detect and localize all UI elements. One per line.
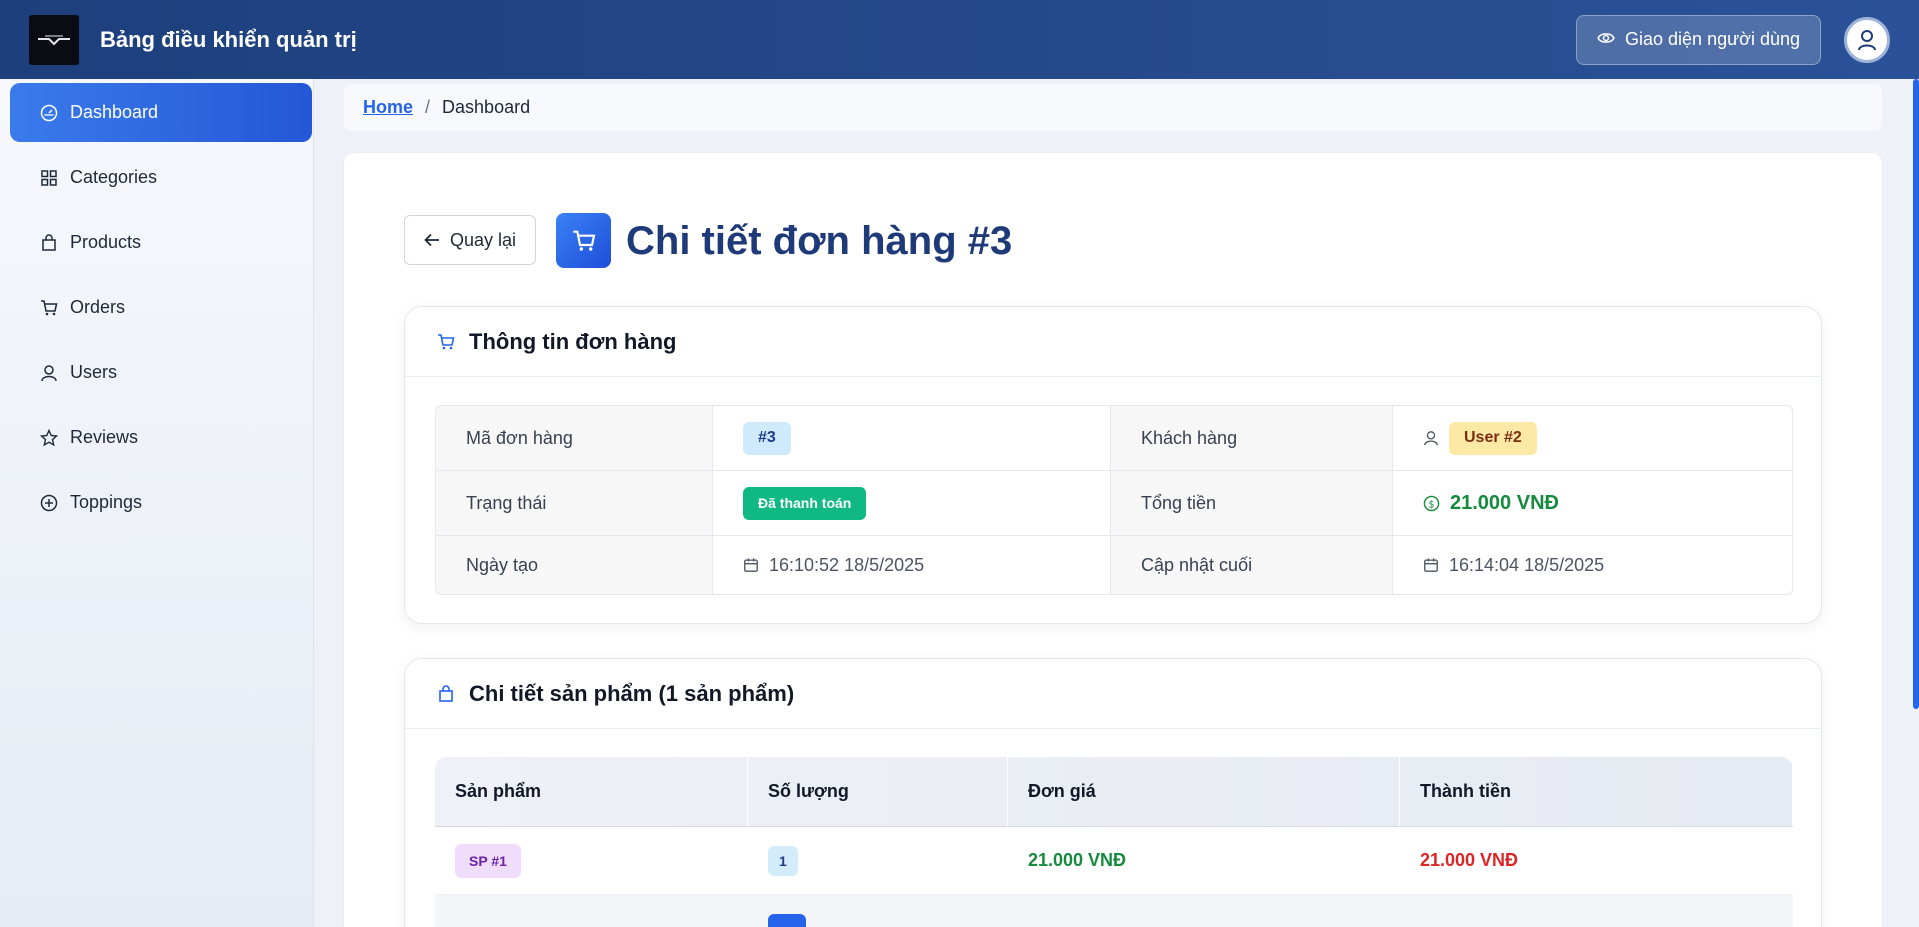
- sidebar-item-products[interactable]: Products: [10, 213, 312, 272]
- table-row: Ngày tạo 16:10:52 18/5/2025 Cập nhật cuố…: [436, 536, 1792, 594]
- cart-icon: [41, 299, 58, 315]
- svg-text:$: $: [1428, 499, 1434, 510]
- sidebar-item-toppings[interactable]: Toppings: [10, 473, 312, 532]
- bag-icon: [439, 684, 453, 702]
- status-badge: Đã thanh toán: [743, 486, 867, 520]
- order-info-header: Thông tin đơn hàng: [405, 307, 1821, 377]
- total-value: 21.000 VNĐ: [1450, 491, 1559, 514]
- customer-badge: User #2: [1449, 421, 1537, 455]
- column-header-product[interactable]: Sản phẩm: [435, 757, 748, 826]
- sidebar-item-dashboard[interactable]: Dashboard: [10, 83, 312, 142]
- total-label: Tổng tiền: [1111, 471, 1393, 535]
- breadcrumb-current: Dashboard: [442, 97, 531, 117]
- app-logo[interactable]: [29, 14, 79, 65]
- table-row: Trạng thái Đã thanh toán Tổng tiền $ 21.…: [436, 471, 1792, 536]
- bag-icon: [42, 233, 56, 251]
- sidebar-item-label: Orders: [70, 297, 126, 317]
- created-value: 16:10:52 18/5/2025: [769, 554, 925, 575]
- page-scrollbar[interactable]: [1913, 79, 1919, 709]
- sidebar-item-label: Products: [70, 232, 142, 252]
- user-icon: [1424, 431, 1438, 446]
- title-cart-icon: [556, 213, 611, 268]
- star-icon: [40, 428, 58, 446]
- updated-value: 16:14:04 18/5/2025: [1449, 554, 1605, 575]
- user-view-label: Giao diện người dùng: [1625, 29, 1800, 49]
- user-view-button[interactable]: Giao diện người dùng: [1576, 14, 1821, 65]
- table-row: [435, 895, 1793, 927]
- dollar-circle-icon: $: [1423, 495, 1440, 511]
- sidebar-item-label: Users: [70, 362, 118, 382]
- app-title: Bảng điều khiển quản trị: [100, 26, 357, 52]
- back-button[interactable]: Quay lại: [404, 215, 536, 265]
- calendar-icon: [744, 558, 758, 572]
- user-icon: [41, 364, 57, 381]
- line-total: 21.000 VNĐ: [1420, 850, 1519, 870]
- eye-icon: [1597, 29, 1615, 50]
- sidebar-item-reviews[interactable]: Reviews: [10, 408, 312, 467]
- toggle-button[interactable]: [768, 913, 806, 927]
- order-id-label: Mã đơn hàng: [436, 406, 713, 470]
- dashboard-icon: [40, 104, 58, 121]
- top-header: Bảng điều khiển quản trị Giao diện người…: [0, 0, 1919, 79]
- table-row: SP #1 1 21.000 VNĐ 21.000 VNĐ: [435, 827, 1793, 895]
- created-label: Ngày tạo: [436, 536, 713, 594]
- column-header-line-total[interactable]: Thành tiền: [1400, 757, 1793, 826]
- breadcrumb-home-link[interactable]: Home: [363, 97, 413, 118]
- sidebar-item-label: Reviews: [70, 427, 139, 447]
- sidebar-item-orders[interactable]: Orders: [10, 278, 312, 337]
- product-details-panel: Chi tiết sản phẩm (1 sản phẩm) Sản phẩm …: [404, 658, 1822, 927]
- customer-label: Khách hàng: [1111, 406, 1393, 470]
- product-badge[interactable]: SP #1: [455, 843, 521, 878]
- back-button-label: Quay lại: [449, 229, 517, 250]
- sidebar-item-label: Dashboard: [70, 102, 159, 122]
- arrow-left-icon: [424, 233, 439, 247]
- order-info-table: Mã đơn hàng #3 Khách hàng User #2 Trạng …: [435, 405, 1793, 595]
- status-label: Trạng thái: [436, 471, 713, 535]
- cart-icon: [438, 333, 455, 349]
- grid-icon: [41, 169, 57, 186]
- products-table: Sản phẩm Số lượng Đơn giá Thành tiền SP …: [435, 757, 1793, 927]
- product-details-header: Chi tiết sản phẩm (1 sản phẩm): [405, 659, 1821, 729]
- order-info-panel: Thông tin đơn hàng Mã đơn hàng #3 Khách …: [404, 306, 1822, 624]
- sidebar-item-label: Toppings: [70, 492, 143, 512]
- page-title: Chi tiết đơn hàng #3: [626, 219, 1013, 263]
- table-row: Mã đơn hàng #3 Khách hàng User #2: [436, 406, 1792, 471]
- table-header: Sản phẩm Số lượng Đơn giá Thành tiền: [435, 757, 1793, 827]
- column-header-unit-price[interactable]: Đơn giá: [1008, 757, 1400, 826]
- plus-circle-icon: [40, 494, 58, 511]
- user-icon: [1858, 29, 1876, 50]
- sidebar-item-label: Categories: [70, 167, 158, 187]
- product-details-title: Chi tiết sản phẩm (1 sản phẩm): [469, 680, 795, 706]
- avatar[interactable]: [1844, 16, 1890, 63]
- breadcrumb: Home / Dashboard: [344, 84, 1882, 131]
- sidebar-item-users[interactable]: Users: [10, 343, 312, 402]
- updated-label: Cập nhật cuối: [1111, 536, 1393, 594]
- breadcrumb-separator: /: [425, 97, 431, 117]
- sidebar-item-categories[interactable]: Categories: [10, 148, 312, 207]
- unit-price: 21.000 VNĐ: [1028, 850, 1127, 870]
- calendar-icon: [1424, 558, 1438, 572]
- order-id-badge: #3: [743, 421, 791, 455]
- quantity-badge: 1: [768, 845, 798, 876]
- sidebar: Dashboard Categories Products Orders Use…: [0, 79, 314, 927]
- column-header-quantity[interactable]: Số lượng: [748, 757, 1008, 826]
- order-info-title: Thông tin đơn hàng: [469, 328, 677, 354]
